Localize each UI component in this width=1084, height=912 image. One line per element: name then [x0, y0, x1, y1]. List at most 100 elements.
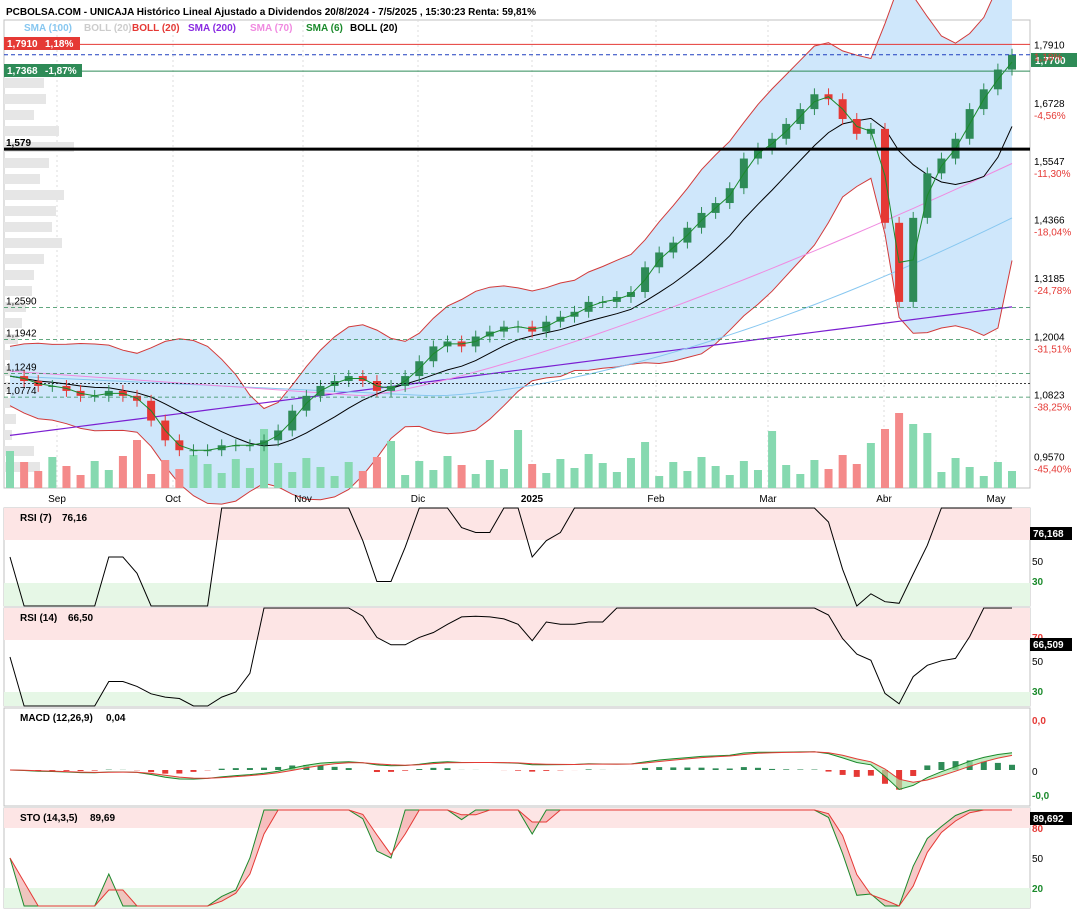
- volume-bar: [697, 457, 706, 488]
- volume-bar: [457, 465, 466, 488]
- volume-bar: [274, 463, 283, 488]
- rsi14-panel: RSI (14) 66,50 70 50 30 66,509: [3, 607, 1072, 707]
- volume-bar: [231, 459, 240, 488]
- macd-hist-bar: [853, 770, 860, 777]
- macd-hist-bar: [726, 768, 733, 770]
- volume-bar: [203, 464, 212, 488]
- macd-hist-bar: [529, 770, 536, 772]
- price-tag-upper: 1,7910 1,18%: [4, 37, 80, 50]
- svg-text:30: 30: [1032, 687, 1044, 698]
- rsi7-panel: RSI (7) 76,16 50 30 76,168: [3, 507, 1072, 607]
- volume-bar: [965, 467, 974, 488]
- rsi7-title: RSI (7): [20, 513, 52, 524]
- svg-text:80: 80: [1032, 824, 1044, 835]
- macd-hist-bar: [77, 770, 84, 772]
- macd-hist-bar: [543, 770, 550, 771]
- rsi7-value: 76,16: [62, 513, 87, 524]
- volume-bar: [570, 468, 579, 488]
- macd-hist-bar: [797, 769, 804, 770]
- svg-text:1,579: 1,579: [6, 138, 31, 149]
- macd-hist-bar: [416, 769, 423, 770]
- volume-bar: [880, 429, 889, 488]
- volume-bar: [641, 442, 650, 488]
- macd-hist-bar: [910, 770, 917, 776]
- volume-bar: [302, 458, 311, 488]
- sto-title: STO (14,3,5): [20, 813, 78, 824]
- volume-bar: [711, 466, 720, 488]
- volume-bar: [76, 475, 85, 488]
- macd-hist-bar: [261, 767, 268, 770]
- macd-hist-bar: [176, 770, 183, 774]
- volume-bar: [90, 461, 99, 488]
- macd-panel: MACD (12,26,9) 0,04 0,0 0 -0,0: [3, 707, 1050, 807]
- sto-tag: 89,692: [1033, 814, 1064, 825]
- price-axis-label: 1,2004: [1034, 332, 1065, 343]
- macd-hist-bar: [190, 770, 197, 772]
- sto-panel: STO (14,3,5) 89,69 80 50 20 89,692: [3, 807, 1072, 909]
- macd-hist-bar: [331, 766, 338, 770]
- macd-hist-bar: [839, 770, 846, 775]
- month-axis: Sep Oct Nov Dic 2025 Feb Mar Abr May: [48, 494, 1005, 505]
- volume-bar: [288, 472, 297, 488]
- price-axis-pct: -31,51%: [1034, 344, 1071, 355]
- macd-hist-bar: [388, 770, 395, 772]
- volume-bar: [316, 467, 325, 488]
- volume-bar: [556, 459, 565, 488]
- volume-bar: [993, 462, 1002, 488]
- volume-bar: [584, 454, 593, 488]
- volume-bar: [937, 472, 946, 488]
- macd-hist-bar: [783, 769, 790, 770]
- volume-bar: [443, 456, 452, 488]
- svg-text:20: 20: [1032, 884, 1044, 895]
- volume-bar: [612, 472, 621, 488]
- macd-hist-bar: [515, 770, 522, 771]
- volume-bar: [344, 462, 353, 488]
- price-axis-label: 1,6728: [1034, 99, 1065, 110]
- month-label: Feb: [647, 494, 665, 505]
- volume-bar: [838, 455, 847, 488]
- volume-bar: [415, 461, 424, 488]
- rsi7-tag: 76,168: [1033, 529, 1064, 540]
- volume-bar: [979, 476, 988, 488]
- svg-text:1,1942: 1,1942: [6, 328, 37, 339]
- volume-bar: [528, 464, 537, 488]
- svg-text:1,18%: 1,18%: [45, 39, 73, 50]
- volume-bar: [147, 474, 156, 488]
- volume-bar: [485, 460, 494, 488]
- macd-hist-bar: [232, 768, 239, 770]
- price-axis-label: 1,5547: [1034, 157, 1065, 168]
- volume-bar: [542, 473, 551, 488]
- svg-text:30: 30: [1032, 577, 1044, 588]
- volume-bar: [429, 470, 438, 488]
- month-label: Oct: [165, 494, 181, 505]
- macd-hist-bar: [218, 768, 225, 770]
- svg-text:1,1249: 1,1249: [6, 363, 37, 374]
- svg-text:-1,87%: -1,87%: [45, 66, 77, 77]
- macd-title: MACD (12,26,9): [20, 713, 93, 724]
- legend-item: BOLL (20): [84, 23, 132, 34]
- legend-item: BOLL (20): [350, 23, 398, 34]
- volume-bar: [683, 471, 692, 488]
- legend-item: SMA (200): [188, 23, 236, 34]
- volume-bar: [62, 466, 71, 488]
- svg-text:0: 0: [1032, 767, 1038, 778]
- sto-value: 89,69: [90, 813, 115, 824]
- macd-hist-bar: [698, 767, 705, 770]
- macd-hist-bar: [740, 767, 747, 770]
- svg-text:-0,0: -0,0: [1032, 791, 1050, 802]
- volume-bar: [471, 474, 480, 488]
- volume-bar: [951, 458, 960, 488]
- volume-bar: [387, 441, 396, 488]
- macd-hist-bar: [924, 765, 931, 770]
- rsi14-tag: 66,509: [1033, 640, 1064, 651]
- volume-bar: [655, 476, 664, 488]
- volume-bar: [810, 460, 819, 488]
- macd-hist-bar: [402, 770, 409, 771]
- volume-bar: [6, 451, 14, 488]
- chart-title: PCBOLSA.COM - UNICAJA Histórico Lineal A…: [6, 7, 536, 18]
- volume-bar: [161, 460, 170, 488]
- price-axis-pct: -45,40%: [1034, 465, 1071, 476]
- price-axis-label: 1,7910: [1034, 40, 1065, 51]
- macd-hist-bar: [684, 767, 691, 770]
- volume-bar: [739, 461, 748, 488]
